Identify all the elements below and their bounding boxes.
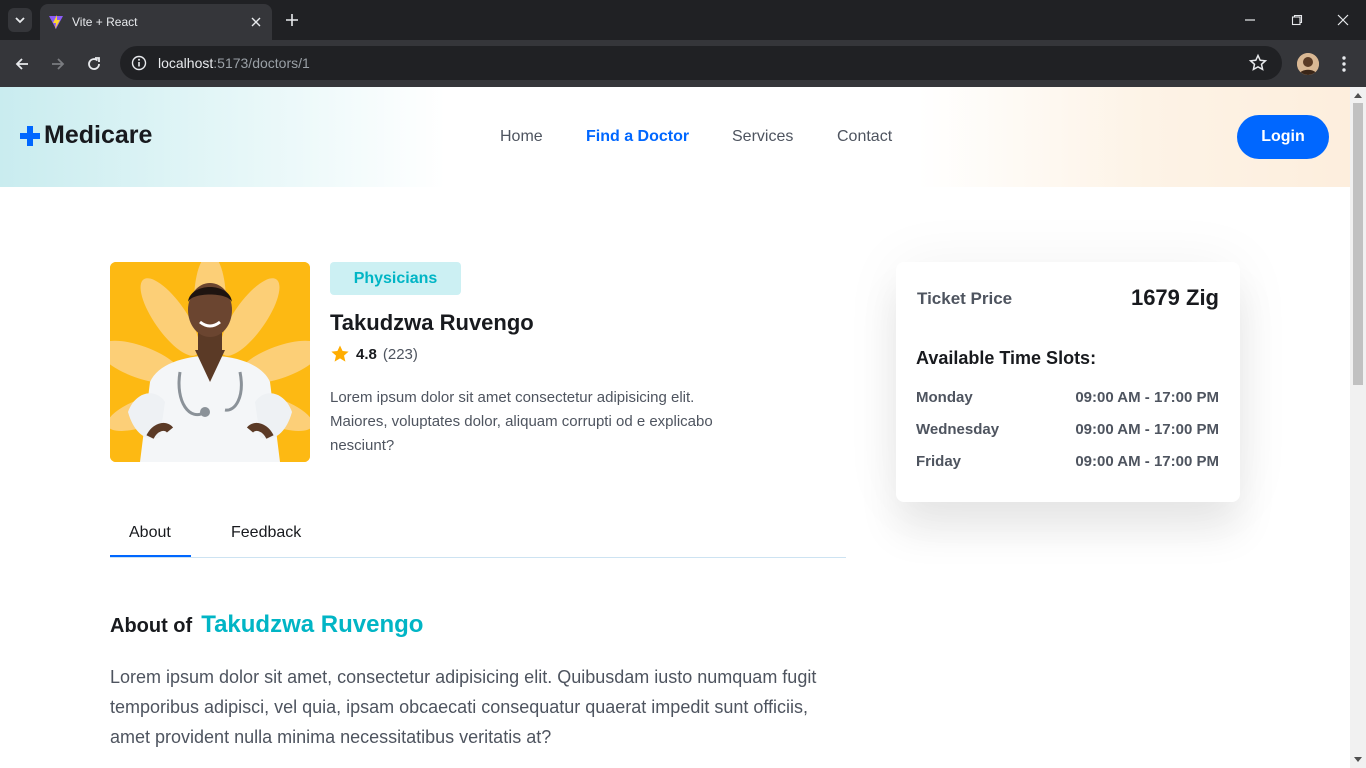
slot-day: Wednesday — [916, 421, 1000, 438]
doctor-rating: 4.8 (223) — [330, 344, 418, 364]
ticket-price-label: Ticket Price — [917, 289, 1013, 308]
restore-icon[interactable] — [1285, 8, 1309, 32]
tab-feedback[interactable]: Feedback — [231, 524, 301, 542]
nav-services[interactable]: Services — [732, 128, 793, 146]
tab-title: Vite + React — [72, 15, 138, 29]
url-text: localhost:5173/doctors/1 — [158, 55, 310, 71]
nav-find-a-doctor[interactable]: Find a Doctor — [586, 128, 689, 146]
logo[interactable]: Medicare — [20, 121, 152, 150]
specialty-badge: Physicians — [330, 262, 461, 295]
plus-icon[interactable] — [282, 10, 302, 30]
minimize-icon[interactable] — [1238, 8, 1262, 32]
time-slots-title: Available Time Slots: — [916, 348, 1097, 368]
about-text: Lorem ipsum dolor sit amet, consectetur … — [110, 667, 817, 747]
doctor-short-bio: Lorem ipsum dolor sit amet consectetur a… — [330, 389, 713, 454]
nav-contact[interactable]: Contact — [837, 128, 892, 146]
close-window-icon[interactable] — [1331, 8, 1355, 32]
scroll-down-icon[interactable] — [1354, 757, 1362, 762]
site-header: Medicare Home Find a Doctor Services Con… — [0, 87, 1350, 187]
doctor-tabs: About Feedback — [110, 512, 846, 558]
slot-day: Friday — [916, 453, 962, 470]
forward-icon[interactable] — [46, 52, 70, 76]
browser-tab-bar: Vite + React — [0, 0, 1366, 40]
doctor-name: Takudzwa Ruvengo — [330, 310, 534, 335]
browser-toolbar: localhost:5173/doctors/1 — [0, 40, 1366, 87]
rating-count: (223) — [382, 345, 418, 363]
ticket-price-value: 1679 Zig — [1130, 285, 1219, 310]
info-icon[interactable] — [122, 46, 156, 80]
nav-home[interactable]: Home — [500, 128, 543, 146]
star-rating-icon — [331, 345, 349, 362]
reload-icon[interactable] — [82, 52, 106, 76]
profile-avatar[interactable] — [1297, 53, 1319, 75]
rating-value: 4.8 — [356, 345, 377, 363]
about-heading-name: Takudzwa Ruvengo — [201, 611, 424, 638]
address-bar[interactable]: localhost:5173/doctors/1 — [120, 46, 1282, 80]
kebab-menu-icon[interactable] — [1334, 52, 1354, 76]
scroll-up-icon[interactable] — [1354, 93, 1362, 98]
logo-text: Medicare — [44, 121, 153, 149]
star-icon[interactable] — [1248, 53, 1268, 78]
about-heading: About of Takudzwa Ruvengo — [110, 611, 423, 639]
vite-favicon — [49, 15, 63, 29]
close-icon[interactable] — [248, 14, 264, 30]
booking-card: Ticket Price 1679 Zig Available Time Slo… — [896, 262, 1240, 502]
slot-time: 09:00 AM - 17:00 PM — [1075, 421, 1219, 438]
tab-list-icon[interactable] — [8, 8, 32, 32]
slot-time: 09:00 AM - 17:00 PM — [1075, 389, 1219, 406]
tab-about[interactable]: About — [129, 524, 171, 542]
doctor-photo — [110, 262, 310, 462]
page-scrollbar[interactable] — [1350, 87, 1366, 768]
active-tab-indicator — [110, 555, 191, 557]
slot-time: 09:00 AM - 17:00 PM — [1075, 453, 1219, 470]
page-viewport: Medicare Home Find a Doctor Services Con… — [0, 87, 1366, 768]
medical-cross-icon — [20, 125, 40, 146]
scroll-thumb[interactable] — [1353, 103, 1363, 385]
slot-day: Monday — [916, 389, 973, 406]
back-icon[interactable] — [10, 52, 34, 76]
about-heading-prefix: About of — [110, 615, 193, 637]
browser-tab[interactable]: Vite + React — [40, 4, 272, 40]
login-button[interactable]: Login — [1237, 115, 1329, 159]
